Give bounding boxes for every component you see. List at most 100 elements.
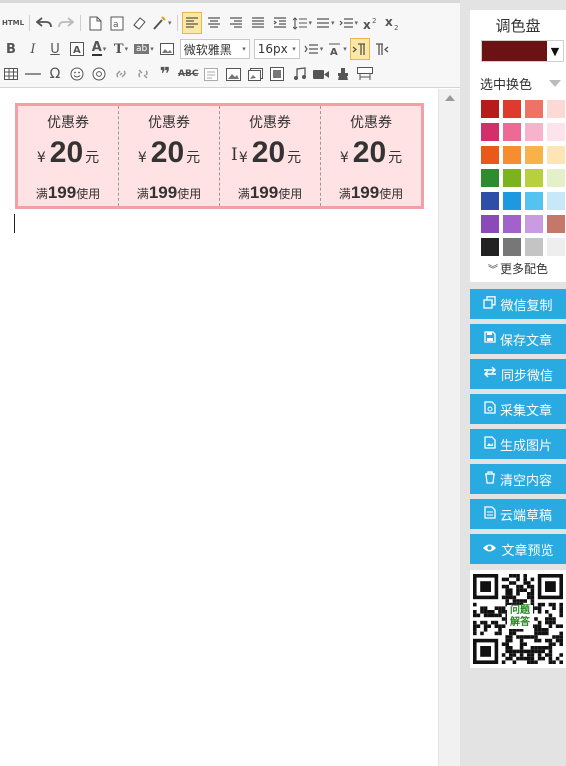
video-icon[interactable]: [311, 63, 331, 85]
music-icon[interactable]: [289, 63, 309, 85]
color-swatch[interactable]: [547, 238, 565, 256]
coupon-value: 20: [150, 136, 185, 169]
template-icon[interactable]: [201, 63, 221, 85]
table-icon[interactable]: [1, 63, 21, 85]
strikethrough-button[interactable]: ABC: [177, 63, 199, 85]
color-swatch[interactable]: [525, 146, 543, 164]
layout-icon[interactable]: [355, 63, 375, 85]
action-label: 生成图片: [499, 438, 552, 454]
horizontal-rule-icon[interactable]: [23, 63, 43, 85]
link-icon[interactable]: [111, 63, 131, 85]
insert-image-icon[interactable]: [157, 38, 177, 60]
font-border-button[interactable]: A: [67, 38, 87, 60]
color-swatch[interactable]: [481, 169, 499, 187]
format-painter-button[interactable]: ▾: [151, 12, 173, 34]
align-right-button[interactable]: [226, 12, 246, 34]
new-document-button[interactable]: [85, 12, 105, 34]
color-swatch[interactable]: [547, 192, 565, 210]
row-spacing-top-button[interactable]: ▾: [303, 38, 325, 60]
scroll-up-arrow-icon[interactable]: [445, 95, 455, 101]
editor-scrollbar[interactable]: [438, 89, 460, 766]
align-center-button[interactable]: [204, 12, 224, 34]
color-swatch[interactable]: [503, 238, 521, 256]
eye-icon: [482, 542, 497, 557]
multi-image-icon[interactable]: [245, 63, 265, 85]
paragraph-spacing-button[interactable]: ▾: [315, 12, 336, 34]
color-swatch[interactable]: [525, 169, 543, 187]
subscript-button[interactable]: x2: [383, 12, 403, 34]
color-swatch[interactable]: [503, 192, 521, 210]
bold-button[interactable]: B: [1, 38, 21, 60]
color-swatch[interactable]: [503, 169, 521, 187]
font-color-button[interactable]: A ▾: [89, 38, 109, 60]
color-swatch[interactable]: [481, 123, 499, 141]
underline-button[interactable]: U: [45, 38, 65, 60]
color-swatch[interactable]: [503, 100, 521, 118]
letter-spacing-button[interactable]: ▾: [338, 12, 360, 34]
color-swatch[interactable]: [525, 238, 543, 256]
color-swatch[interactable]: [547, 100, 565, 118]
select-change-toggle-icon[interactable]: [549, 80, 561, 87]
clear-content-button[interactable]: 清空内容: [470, 464, 566, 494]
color-swatch[interactable]: [481, 100, 499, 118]
font-family-select[interactable]: 微软雅黑 ▾: [179, 39, 250, 59]
rtl-direction-button[interactable]: [372, 38, 392, 60]
anchor-icon[interactable]: [89, 63, 109, 85]
clear-format-icon[interactable]: [333, 63, 353, 85]
color-swatch[interactable]: [547, 215, 565, 233]
color-swatch[interactable]: [547, 169, 565, 187]
blockquote-icon[interactable]: ❞: [155, 63, 175, 85]
wechat-copy-button[interactable]: 微信复制: [470, 289, 566, 319]
unlink-icon[interactable]: [133, 63, 153, 85]
action-label: 清空内容: [499, 473, 552, 489]
italic-button[interactable]: I: [23, 38, 43, 60]
align-justify-button[interactable]: [248, 12, 268, 34]
color-swatch[interactable]: [547, 146, 565, 164]
color-swatch[interactable]: [481, 215, 499, 233]
font-size-select[interactable]: 16px ▾: [253, 39, 300, 59]
more-colors-button[interactable]: ︾ 更多配色: [470, 260, 566, 277]
current-color-picker[interactable]: ▼: [481, 40, 564, 62]
eraser-icon[interactable]: [129, 12, 149, 34]
color-swatch[interactable]: [525, 192, 543, 210]
highlight-color-button[interactable]: T ▾: [111, 38, 131, 60]
coupon-item[interactable]: 优惠券 ¥20 元 满199使用: [18, 106, 119, 206]
color-swatch[interactable]: [503, 146, 521, 164]
video-frame-icon[interactable]: [267, 63, 287, 85]
indent-button[interactable]: [270, 12, 290, 34]
color-swatch[interactable]: [481, 146, 499, 164]
generate-image-button[interactable]: 生成图片: [470, 429, 566, 459]
current-color-swatch[interactable]: [485, 44, 545, 58]
sync-wechat-button[interactable]: 同步微信: [470, 359, 566, 389]
redo-button[interactable]: [56, 12, 76, 34]
save-article-button[interactable]: 保存文章: [470, 324, 566, 354]
html-source-button[interactable]: HTML: [1, 12, 25, 34]
color-swatch[interactable]: [525, 100, 543, 118]
coupon-item[interactable]: 优惠券 ¥20 元 满199使用: [119, 106, 220, 206]
cloud-draft-button[interactable]: 云端草稿: [470, 499, 566, 529]
color-swatch[interactable]: [525, 123, 543, 141]
color-swatch[interactable]: [503, 215, 521, 233]
background-color-button[interactable]: ab ▾: [133, 38, 155, 60]
caret-down-icon[interactable]: ▼: [547, 41, 563, 61]
qr-label-line-1: 问题: [510, 605, 530, 616]
picture-icon[interactable]: [223, 63, 243, 85]
color-swatch[interactable]: [547, 123, 565, 141]
align-left-button[interactable]: [181, 12, 202, 34]
superscript-button[interactable]: x2: [361, 12, 381, 34]
coupon-block[interactable]: 优惠券 ¥20 元 满199使用 优惠券 ¥20 元 满199使用 优惠券 ¥20 元…: [15, 103, 424, 209]
article-preview-button[interactable]: 文章预览: [470, 534, 566, 564]
undo-button[interactable]: [34, 12, 54, 34]
emoji-icon[interactable]: [67, 63, 87, 85]
collect-article-button[interactable]: 采集文章: [470, 394, 566, 424]
paste-plain-button[interactable]: a: [107, 12, 127, 34]
color-swatch[interactable]: [525, 215, 543, 233]
special-char-icon[interactable]: Ω: [45, 63, 65, 85]
row-spacing-bottom-button[interactable]: A ▾: [326, 38, 348, 60]
color-swatch[interactable]: [481, 238, 499, 256]
color-swatch[interactable]: [481, 192, 499, 210]
ltr-direction-button[interactable]: [349, 38, 370, 60]
line-height-button[interactable]: ▾: [292, 12, 314, 34]
coupon-item[interactable]: 优惠券 ¥20 元 满199使用: [321, 106, 421, 206]
color-swatch[interactable]: [503, 123, 521, 141]
